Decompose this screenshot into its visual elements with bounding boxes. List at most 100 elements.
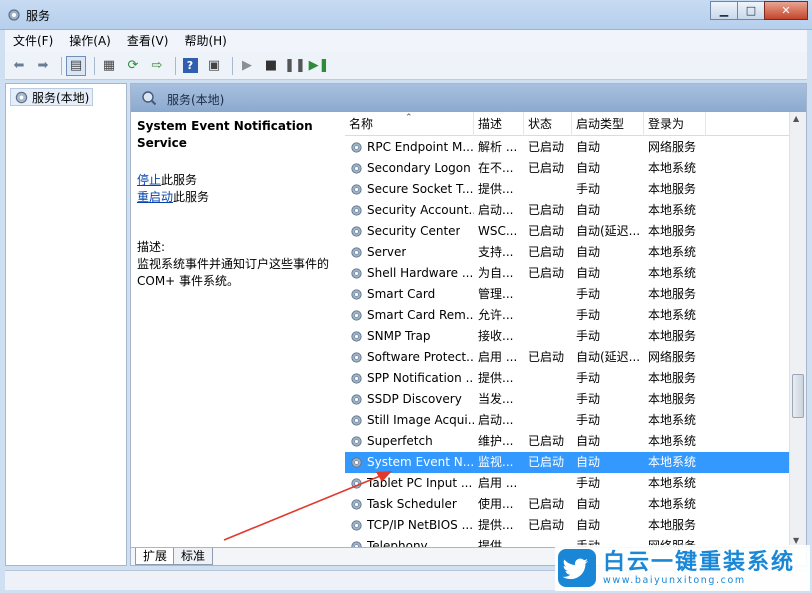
services-list: ⌃ 名称 描述 状态 启动类型 登录为 RPC Endpoint M... 解析 …: [345, 112, 806, 547]
service-gear-icon: [351, 331, 362, 342]
console-tree-icon: ▤: [69, 58, 83, 73]
cell-startup-type: 手动: [576, 371, 601, 385]
cell-status: 已启动: [528, 203, 565, 217]
stop-service-link[interactable]: 停止: [137, 173, 161, 187]
table-row[interactable]: System Event N... 监视... 已启动 自动 本地系统: [345, 452, 792, 473]
table-row[interactable]: Smart Card 管理... 手动 本地服务: [345, 284, 792, 305]
cell-logon-as: 本地系统: [648, 161, 697, 175]
table-row[interactable]: Server 支持... 已启动 自动 本地系统: [345, 242, 792, 263]
description-label: 描述:: [137, 240, 166, 254]
table-row[interactable]: Secondary Logon 在不... 已启动 自动 本地系统: [345, 158, 792, 179]
refresh-button[interactable]: ⟳: [123, 56, 143, 76]
cell-description: 启动...: [478, 203, 514, 217]
watermark-url: www.baiyunxitong.com: [603, 574, 746, 586]
vertical-scrollbar[interactable]: ▲ ▼: [789, 112, 806, 547]
cell-description: 允许...: [478, 308, 514, 322]
forward-button[interactable]: ➡: [33, 56, 53, 76]
service-gear-icon: [351, 205, 362, 216]
pause-service-button[interactable]: ❚❚: [284, 56, 306, 76]
menu-help[interactable]: 帮助(H): [176, 30, 234, 52]
cell-status: [524, 410, 572, 431]
cell-status: [524, 326, 572, 347]
menu-view[interactable]: 查看(V): [119, 30, 177, 52]
restart-service-link[interactable]: 重启动: [137, 190, 173, 204]
cell-startup-type: 自动: [576, 266, 601, 280]
properties-button[interactable]: ▦: [99, 56, 119, 76]
table-row[interactable]: SPP Notification ... 提供... 手动 本地服务: [345, 368, 792, 389]
table-row[interactable]: Shell Hardware ... 为自... 已启动 自动 本地系统: [345, 263, 792, 284]
column-header-logon-as[interactable]: 登录为: [644, 112, 706, 136]
watermark-title: 白云一键重装系统: [603, 549, 796, 575]
cell-name: Shell Hardware ...: [345, 263, 474, 284]
export-list-button[interactable]: ⇨: [147, 56, 167, 76]
cell-startup-type: 自动: [576, 140, 601, 154]
restart-service-button[interactable]: ▶❚: [309, 56, 330, 76]
service-gear-icon: [351, 184, 362, 195]
table-row[interactable]: Still Image Acqui... 启动... 手动 本地系统: [345, 410, 792, 431]
table-row[interactable]: Task Scheduler 使用... 已启动 自动 本地系统: [345, 494, 792, 515]
scrollbar-thumb[interactable]: [792, 374, 804, 418]
table-row[interactable]: Security Center WSC... 已启动 自动(延迟... 本地服务: [345, 221, 792, 242]
table-row[interactable]: SSDP Discovery 当发... 手动 本地服务: [345, 389, 792, 410]
cell-logon-as: 本地系统: [648, 245, 697, 259]
table-row[interactable]: Smart Card Rem... 允许... 手动 本地系统: [345, 305, 792, 326]
cell-status: 已启动: [528, 455, 565, 469]
panel-header: 服务(本地): [131, 84, 806, 112]
title-bar[interactable]: 服务 ▁ □ ✕: [0, 0, 812, 30]
cell-logon-as: 本地系统: [648, 413, 697, 427]
tab-extended[interactable]: 扩展: [135, 548, 176, 565]
cell-name: System Event N...: [345, 452, 474, 473]
table-row[interactable]: TCP/IP NetBIOS ... 提供... 已启动 自动 本地服务: [345, 515, 792, 536]
close-button[interactable]: ✕: [764, 1, 808, 20]
table-row[interactable]: Security Account... 启动... 已启动 自动 本地系统: [345, 200, 792, 221]
view-button[interactable]: ▣: [204, 56, 224, 76]
table-row[interactable]: Tablet PC Input ... 启用 ... 手动 本地系统: [345, 473, 792, 494]
column-header-status[interactable]: 状态: [524, 112, 572, 136]
help-button[interactable]: ?: [180, 56, 200, 76]
column-header-description[interactable]: 描述: [474, 112, 524, 136]
show-tree-button[interactable]: ▤: [66, 55, 86, 76]
column-header-startup-type[interactable]: 启动类型: [572, 112, 644, 136]
scroll-up-icon[interactable]: ▲: [793, 114, 799, 123]
list-rows: RPC Endpoint M... 解析 ... 已启动 自动 网络服务 Secondar…: [345, 137, 792, 547]
cell-startup-type: 手动: [576, 308, 601, 322]
cell-status: [524, 473, 572, 494]
minimize-button[interactable]: ▁: [710, 1, 738, 20]
cell-name: Server: [345, 242, 474, 263]
menu-file[interactable]: 文件(F): [5, 30, 61, 52]
cell-description: 提供...: [478, 518, 514, 532]
console-tree: 服务(本地): [5, 83, 127, 566]
column-header-name[interactable]: ⌃ 名称: [345, 112, 474, 136]
stop-icon: ■: [264, 58, 278, 73]
table-row[interactable]: Secure Socket T... 提供... 手动 本地服务: [345, 179, 792, 200]
table-row[interactable]: Software Protect... 启用 ... 已启动 自动(延迟... 网络服务: [345, 347, 792, 368]
cell-startup-type: 自动: [576, 518, 601, 532]
start-service-button[interactable]: ▶: [237, 56, 257, 76]
stop-service-button[interactable]: ■: [261, 56, 281, 76]
cell-logon-as: 本地服务: [648, 287, 697, 301]
back-arrow-icon: ⬅: [13, 58, 25, 73]
cell-startup-type: 手动: [576, 392, 601, 406]
table-row[interactable]: SNMP Trap 接收... 手动 本地服务: [345, 326, 792, 347]
table-row[interactable]: RPC Endpoint M... 解析 ... 已启动 自动 网络服务: [345, 137, 792, 158]
cell-status: 已启动: [528, 518, 565, 532]
tab-standard[interactable]: 标准: [173, 548, 214, 565]
cell-name: Secure Socket T...: [345, 179, 474, 200]
cell-status: 已启动: [528, 140, 565, 154]
tree-item-services-local[interactable]: 服务(本地): [10, 88, 94, 106]
tree-item-label: 服务(本地): [32, 90, 90, 105]
cell-name: SSDP Discovery: [345, 389, 474, 410]
back-button[interactable]: ⬅: [9, 56, 29, 76]
forward-arrow-icon: ➡: [37, 58, 49, 73]
cell-logon-as: 本地系统: [648, 266, 697, 280]
table-row[interactable]: Superfetch 维护... 已启动 自动 本地系统: [345, 431, 792, 452]
maximize-button[interactable]: □: [737, 1, 765, 20]
cell-startup-type: 手动: [576, 476, 601, 490]
sort-ascending-icon: ⌃: [405, 113, 413, 123]
scroll-down-icon[interactable]: ▼: [793, 536, 799, 545]
service-gear-icon: [351, 499, 362, 510]
cell-description: 提供...: [478, 539, 514, 547]
menu-action[interactable]: 操作(A): [61, 30, 119, 52]
cell-logon-as: 网络服务: [648, 350, 697, 364]
view-icon: ▣: [207, 58, 221, 73]
